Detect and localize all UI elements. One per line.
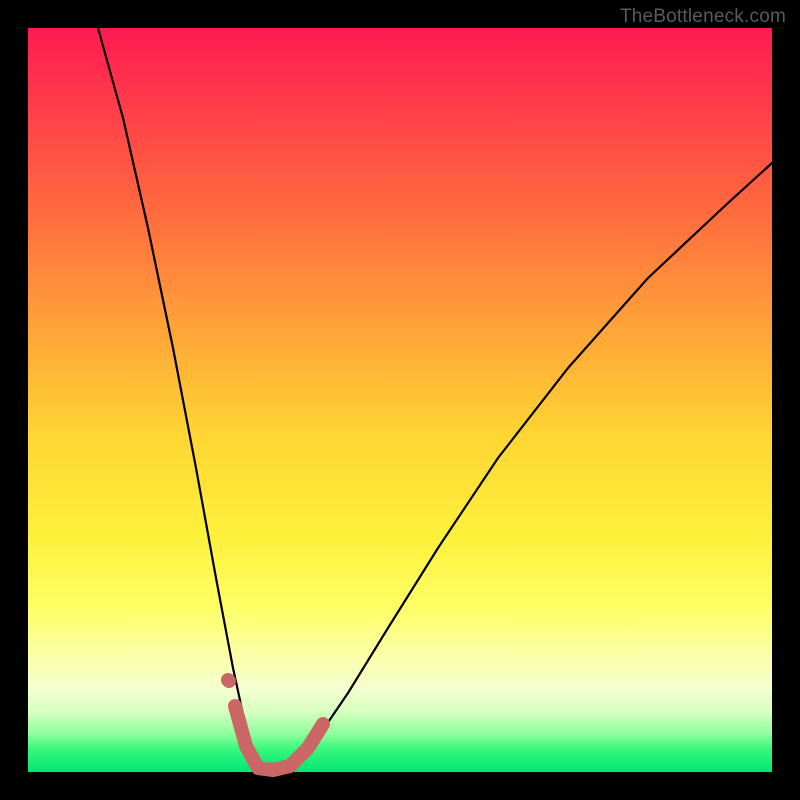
optimal-zone-curve <box>235 706 323 770</box>
watermark-text: TheBottleneck.com <box>620 6 786 28</box>
curve-overlay <box>28 28 772 772</box>
optimal-zone-dot <box>228 680 229 681</box>
bottleneck-curve <box>98 28 772 772</box>
